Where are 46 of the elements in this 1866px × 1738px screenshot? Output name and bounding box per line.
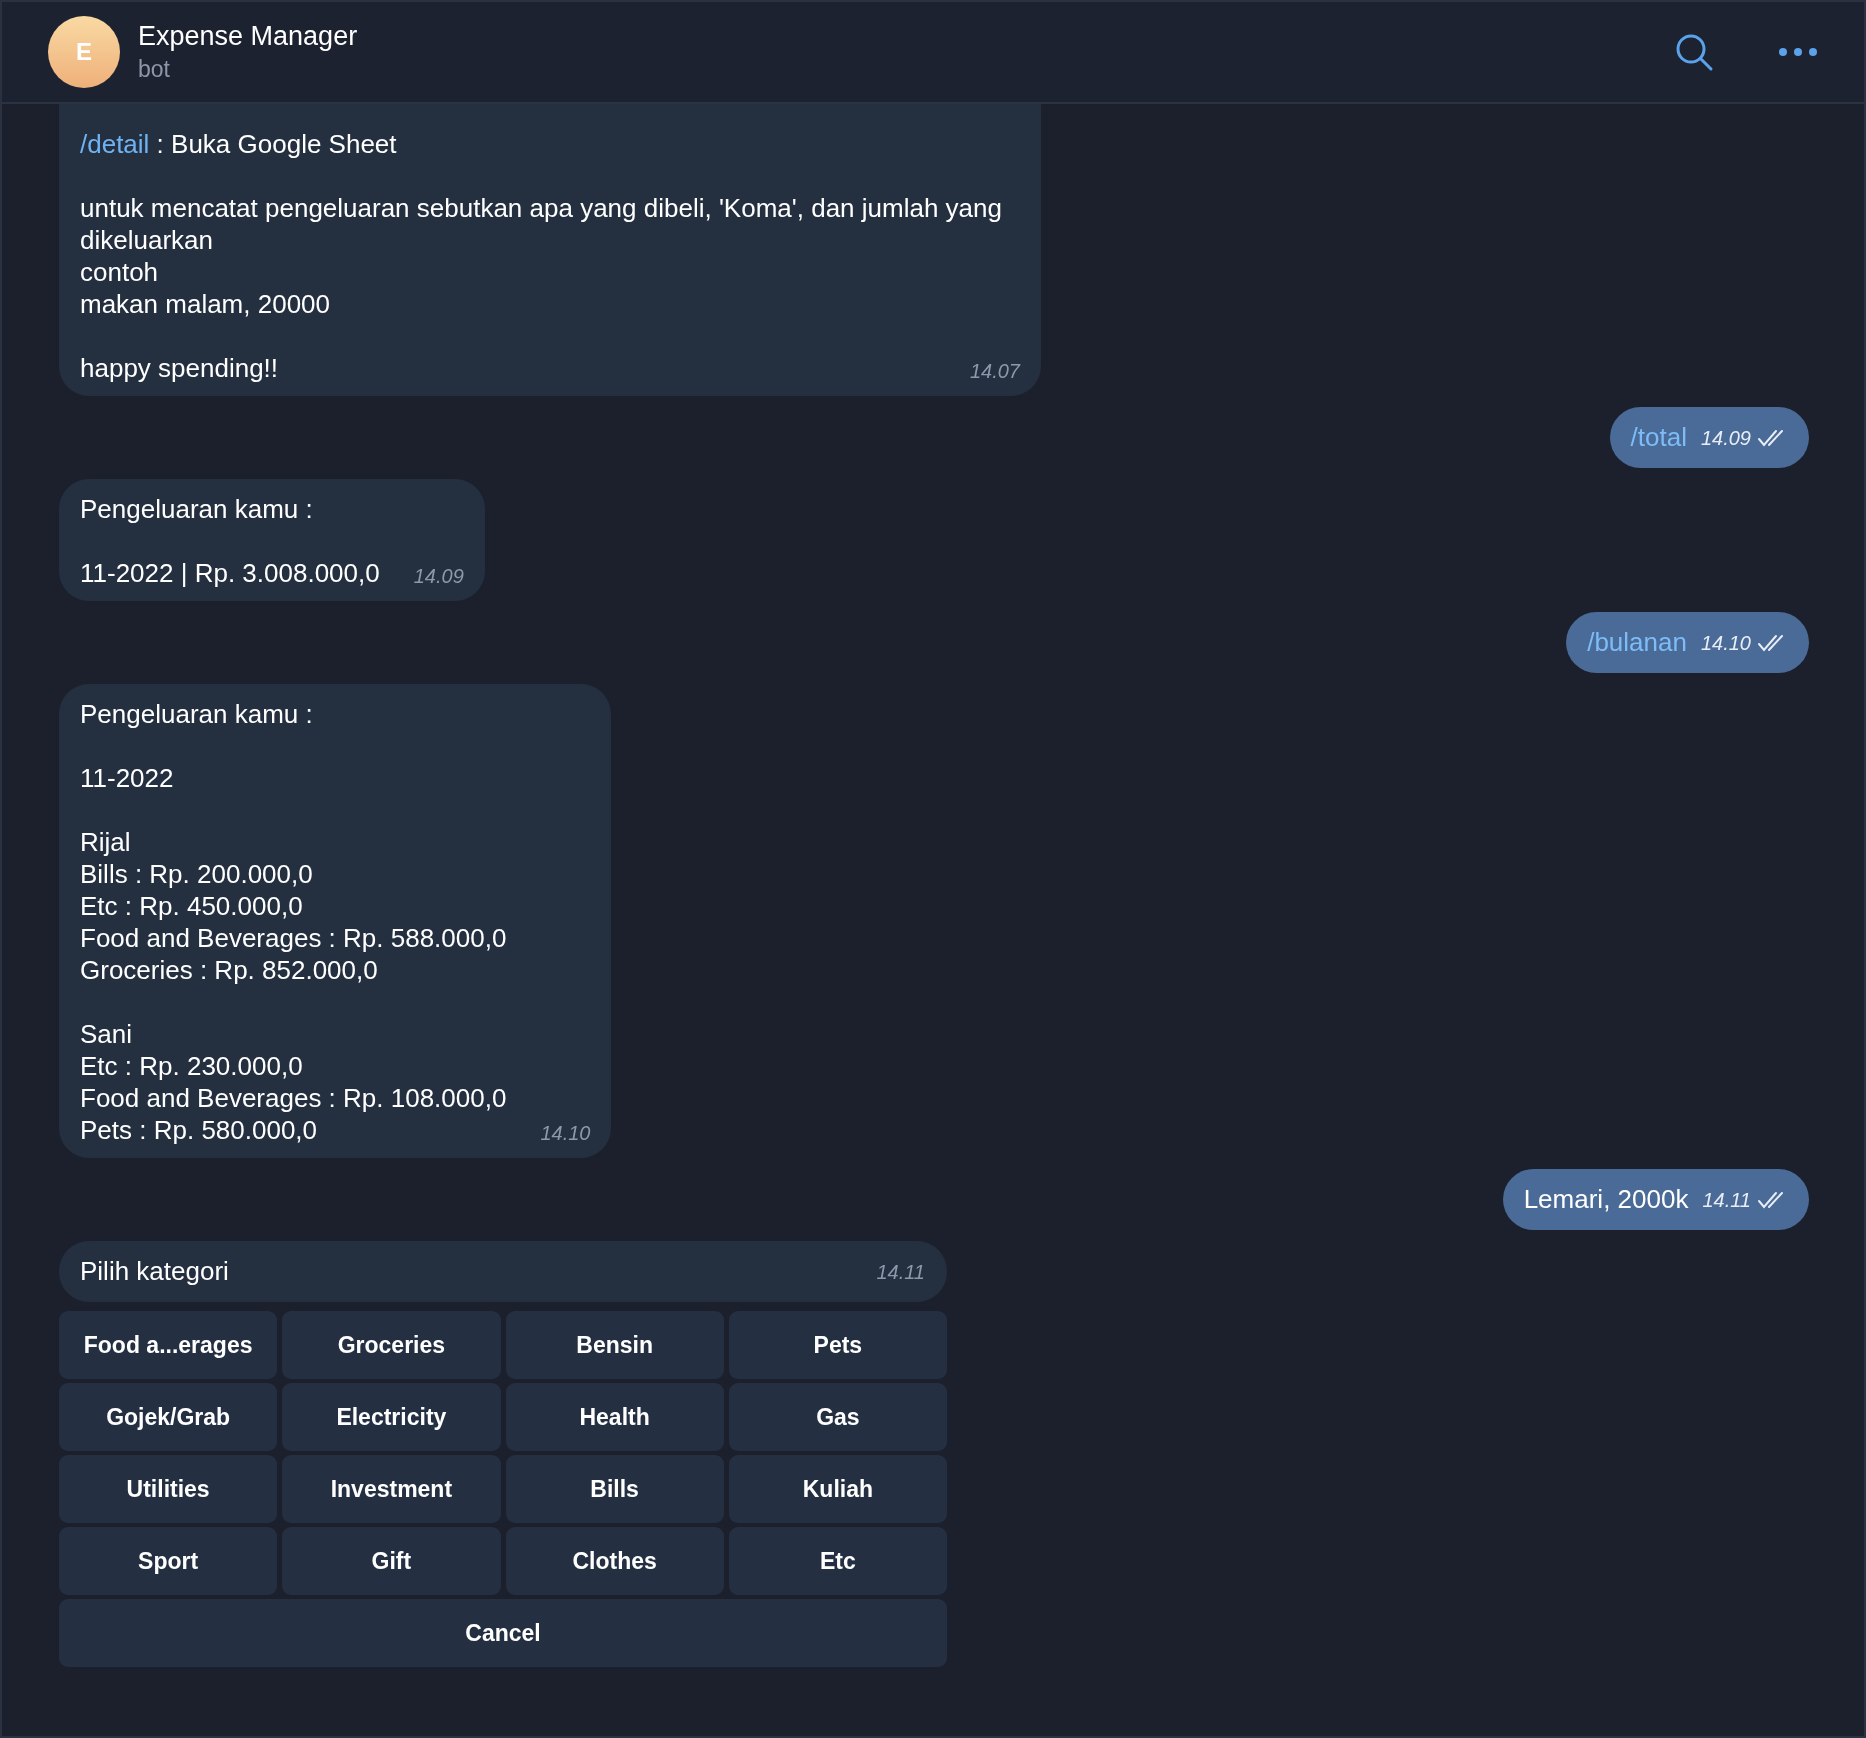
keyboard-button[interactable]: Bensin	[505, 1311, 724, 1379]
keyboard-button[interactable]: Groceries	[282, 1311, 501, 1379]
keyboard-button[interactable]: Pets	[728, 1311, 947, 1379]
message-time: 14.09	[413, 564, 464, 589]
message-time: 14.10	[540, 1121, 591, 1146]
message-time: 14.10	[1700, 630, 1751, 656]
more-icon	[1778, 47, 1818, 57]
double-check-icon	[1757, 633, 1785, 652]
message-text: Lemari, 2000k	[1523, 1184, 1689, 1215]
message-time: 14.07	[969, 359, 1020, 384]
chat-title: Expense Manager	[138, 21, 359, 52]
keyboard-button[interactable]: Cancel	[59, 1599, 947, 1667]
message-text: Rijal Bills : Rp. 200.000,0 Etc : Rp. 450.000,0 Food and Beverages : Rp. 588.000,0 Groceries : Rp. 852.000,0	[80, 826, 508, 986]
keyboard-button[interactable]: Electricity	[282, 1383, 501, 1451]
command-text: /bulanan	[1587, 627, 1687, 658]
avatar: E	[48, 16, 120, 88]
message-text: happy spending!!	[80, 352, 279, 384]
keyboard-button[interactable]: Health	[505, 1383, 724, 1451]
message-time: 14.11	[1702, 1187, 1751, 1213]
message-text: 11-2022	[80, 762, 175, 794]
keyboard-button[interactable]: Gas	[728, 1383, 947, 1451]
command-link[interactable]: /detail	[80, 129, 150, 159]
keyboard-button[interactable]: Clothes	[505, 1527, 724, 1595]
keyboard-button[interactable]: Bills	[505, 1455, 724, 1523]
message-text: untuk mencatat pengeluaran sebutkan apa yang dibeli, 'Koma', dan jumlah yang dikeluarkan contoh makan malam, 20000	[80, 192, 1003, 320]
message-text: /detail : Buka Google Sheet	[80, 128, 398, 160]
keyboard-button[interactable]: Gift	[282, 1527, 501, 1595]
keyboard-button[interactable]: Sport	[59, 1527, 278, 1595]
message-time: 14.09	[1700, 425, 1751, 451]
keyboard-button[interactable]: Utilities	[59, 1455, 278, 1523]
message-text: Sani Etc : Rp. 230.000,0 Food and Beverages : Rp. 108.000,0 Pets : Rp. 580.000,0	[80, 1018, 507, 1146]
keyboard-button[interactable]: Food a...erages	[59, 1311, 278, 1379]
message-text: 11-2022 | Rp. 3.008.000,0	[80, 557, 380, 589]
message-text: Pengeluaran kamu :	[80, 493, 314, 525]
search-icon	[1674, 32, 1714, 72]
message-text: Pilih kategori	[80, 1256, 229, 1287]
double-check-icon	[1757, 428, 1785, 447]
chat-subtitle: bot	[138, 56, 171, 83]
keyboard-button[interactable]: Gojek/Grab	[59, 1383, 278, 1451]
keyboard-button[interactable]: Investment	[282, 1455, 501, 1523]
keyboard-button[interactable]: Kuliah	[728, 1455, 947, 1523]
keyboard-button[interactable]: Etc	[728, 1527, 947, 1595]
message-time: 14.11	[876, 1259, 925, 1285]
message-text: Pengeluaran kamu :	[80, 698, 314, 730]
command-text: /total	[1630, 422, 1687, 453]
double-check-icon	[1757, 1190, 1785, 1209]
